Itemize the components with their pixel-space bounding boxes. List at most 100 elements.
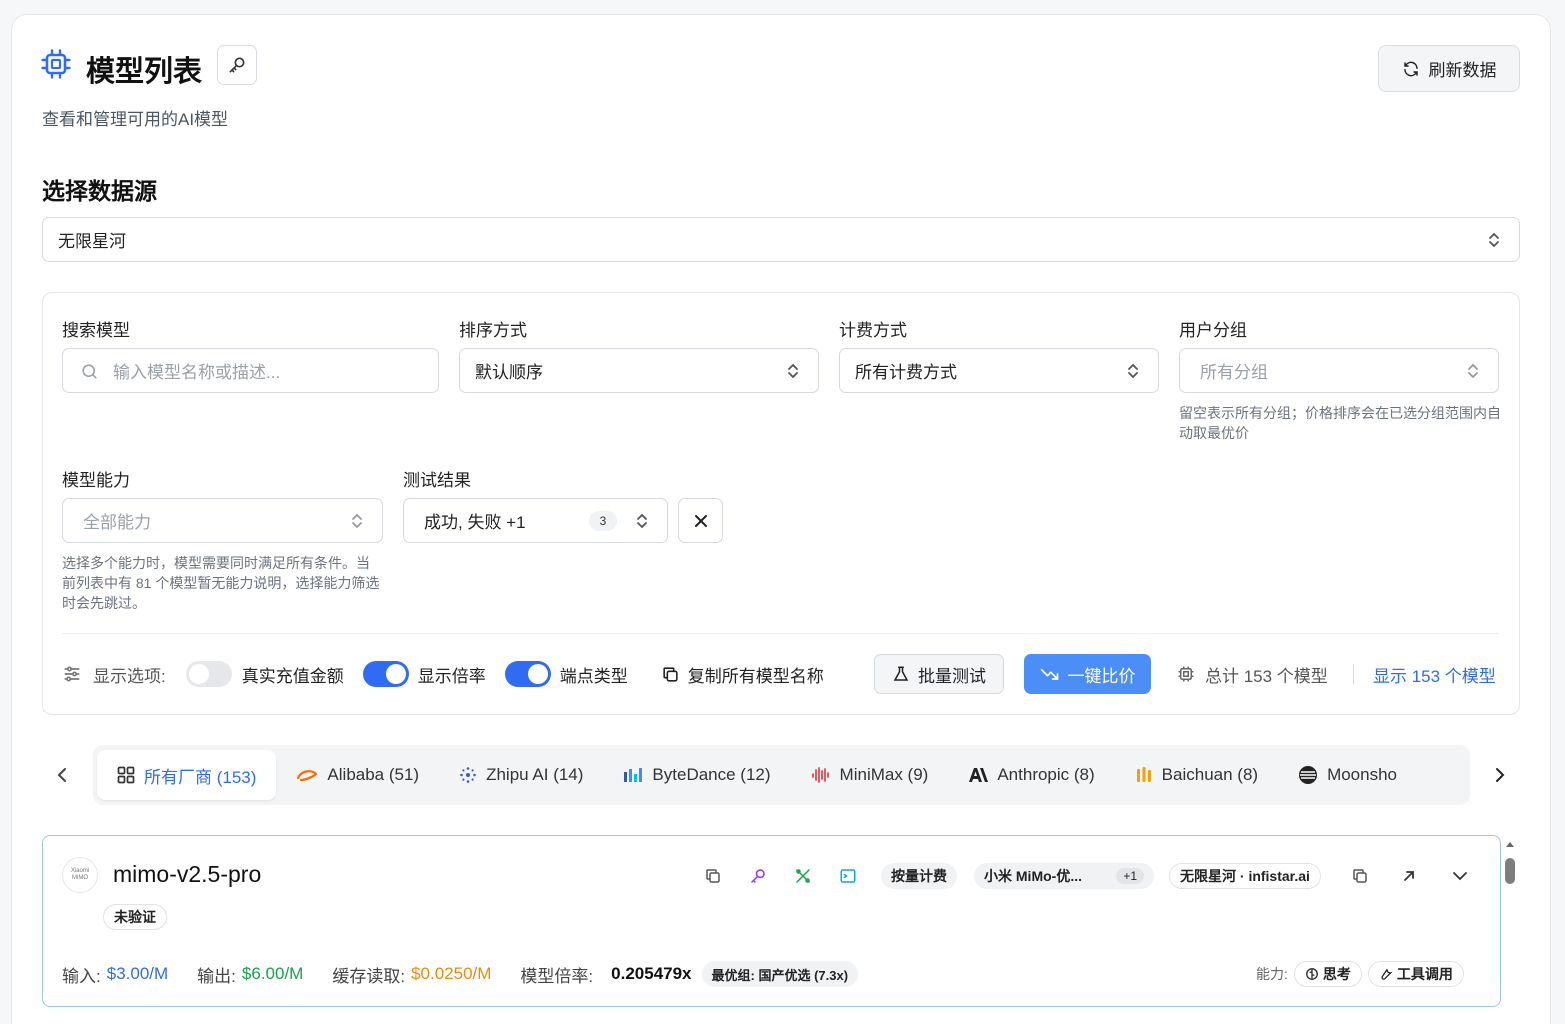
search-icon [82,364,97,379]
minimax-icon [811,767,829,783]
best-group-badge: 最优组: 国产优选 (7.3x) [701,961,859,987]
logo-line1: Xiaomi [70,868,90,874]
search-input[interactable]: 输入模型名称或描述... [62,348,439,393]
chevron-right-icon [1496,768,1505,782]
search-label: 搜索模型 [62,321,130,340]
billing-select[interactable]: 所有计费方式 [839,348,1159,393]
vendor-tab-minimax[interactable]: MiniMax (9) [791,750,949,800]
source-select[interactable]: 无限星河 [42,217,1520,262]
ratio-value: 0.205479x [611,964,692,983]
chevron-updown-icon [788,363,798,378]
capability-tool-call-label: 工具调用 [1396,966,1453,982]
sort-value: 默认顺序 [475,363,543,382]
vendor-logo: Xiaomi MiMO [62,857,98,893]
copy-icon [706,869,720,883]
brain-icon [1305,968,1318,980]
bytedance-icon [624,768,643,782]
logo-line2: MiMO [72,875,88,881]
model-terminal-button[interactable] [833,861,863,891]
chip-small-icon [1178,666,1194,682]
toggle-endpoint-type[interactable] [504,661,551,687]
scroll-up-icon [1506,842,1514,847]
baichuan-icon [1136,767,1151,782]
capability-hint: 选择多个能力时，模型需要同时满足所有条件。当前列表中有 81 个模型暂无能力说明… [62,555,380,611]
billing-value: 所有计费方式 [855,363,957,382]
filter-divider [62,633,1499,634]
chevron-left-icon [57,768,66,782]
toggle-show-ratio[interactable] [362,661,409,687]
group-placeholder: 所有分组 [1200,363,1268,382]
shown-models-link[interactable]: 显示 153 个模型 [1373,654,1496,694]
group-tag-label: 小米 MiMo-优... [984,868,1082,884]
refresh-label: 刷新数据 [1428,61,1497,80]
copy-icon [663,666,678,682]
batch-test-button[interactable]: 批量测试 [874,654,1004,694]
capability-select[interactable]: 全部能力 [62,498,383,543]
vendor-tab-bytedance[interactable]: ByteDance (12) [603,750,790,800]
group-select[interactable]: 所有分组 [1179,348,1499,393]
chevron-down-icon [1453,872,1467,881]
test-result-count: 3 [589,511,617,531]
vendor-prev-button[interactable] [47,760,77,790]
group-tag-extra: +1 [1116,868,1144,884]
sort-select[interactable]: 默认顺序 [459,348,819,393]
vendor-tab-zhipu[interactable]: Zhipu AI (14) [439,750,603,800]
display-options-label: 显示选项: [93,666,166,686]
vendor-tab-label: ByteDance (12) [652,765,771,784]
copy-names-button[interactable]: 复制所有模型名称 [661,662,824,687]
scrollbar[interactable] [1503,840,1517,1024]
display-options: 显示选项: 真实充值金额 显示倍率 端点类型 复制所有模型名称 [62,654,824,694]
chip-icon [41,49,71,79]
ratio-label: 模型倍率: [520,966,594,986]
toggle-show-ratio-label: 显示倍率 [417,666,486,686]
source-value: 无限星河 [58,232,126,251]
input-price: $3.00/M [106,964,169,983]
model-tools-button[interactable] [788,861,818,891]
clear-test-result-button[interactable] [678,498,723,543]
copy-model-button[interactable] [698,861,728,891]
vendor-tab-anthropic[interactable]: Anthropic (8) [948,750,1114,800]
total-models-label: 总计 153 个模型 [1205,666,1328,686]
refresh-button[interactable]: 刷新数据 [1378,45,1520,92]
open-external-button[interactable] [1394,861,1424,891]
vendor-tab-baichuan[interactable]: Baichuan (8) [1115,750,1278,800]
page-title: 模型列表 [86,56,203,88]
chevron-updown-icon [637,513,647,528]
vendor-tab-label: Zhipu AI (14) [486,765,584,784]
output-label: 输出: [197,966,236,986]
external-link-icon [1404,871,1414,881]
toggle-real-recharge[interactable] [185,661,232,687]
toggle-endpoint-type-label: 端点类型 [559,666,628,686]
vendor-tab-label: Baichuan (8) [1161,765,1259,784]
model-key-button[interactable] [743,861,773,891]
total-models: 总计 153 个模型 [1177,654,1328,694]
source-heading: 选择数据源 [42,178,157,204]
vendor-tab-alibaba[interactable]: Alibaba (51) [276,750,439,800]
vendor-tab-moonshot[interactable]: Moonsho [1278,750,1417,800]
key-icon [229,57,245,73]
input-label: 输入: [62,966,101,986]
toggle-real-recharge-label: 真实充值金额 [241,666,344,686]
zhipu-icon [460,767,476,783]
trend-down-icon [1040,669,1058,680]
vendor-tab-label: MiniMax (9) [839,765,929,784]
compare-price-button[interactable]: 一键比价 [1024,654,1151,694]
vendor-tab-label: Moonsho [1327,765,1397,784]
compare-price-label: 一键比价 [1067,666,1136,686]
grid-icon [117,766,135,784]
group-tag: 小米 MiMo-优... +1 [974,863,1154,889]
separator [1353,664,1354,684]
batch-test-label: 批量测试 [918,666,986,686]
capability-label: 模型能力 [62,471,130,490]
copy-source-button[interactable] [1345,861,1375,891]
alibaba-icon [297,770,318,782]
vendor-next-button[interactable] [1485,760,1515,790]
expand-button[interactable] [1445,861,1475,891]
scrollbar-thumb[interactable] [1505,858,1515,884]
test-result-label: 测试结果 [403,471,471,490]
vendor-tab-all[interactable]: 所有厂商 (153) [97,750,277,800]
test-result-select[interactable]: 成功, 失败 +1 3 [403,498,668,543]
chevron-updown-icon [1468,363,1478,378]
api-key-button[interactable] [217,45,257,85]
anthropic-icon [969,768,989,782]
